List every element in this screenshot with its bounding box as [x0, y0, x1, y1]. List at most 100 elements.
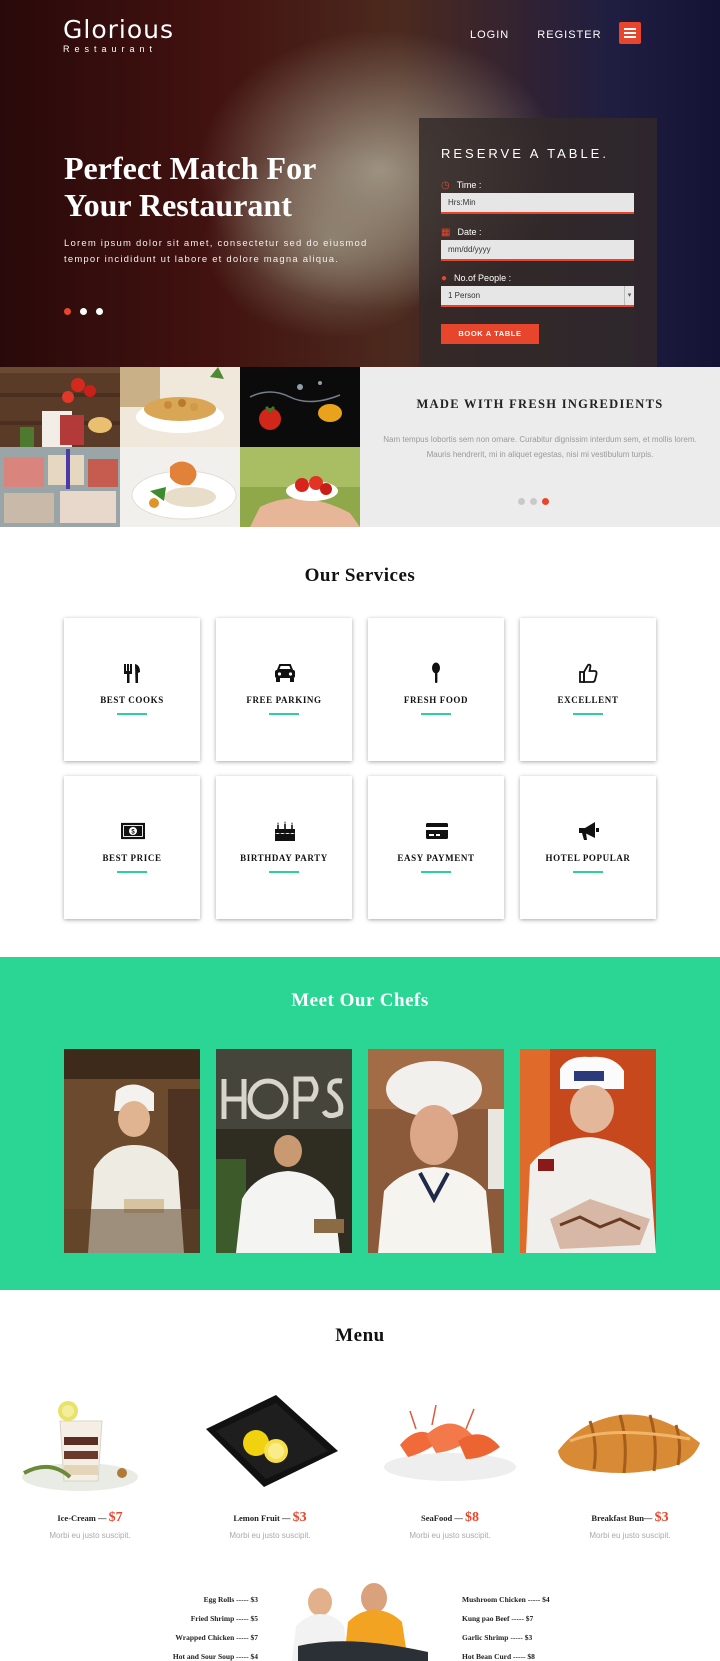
service-underline [269, 713, 299, 715]
service-underline [421, 871, 451, 873]
reserve-table-form: RESERVE A TABLE. ◷ Time : Hrs:Min ▦ Date :… [419, 118, 657, 367]
dish-photo-breakfast-bun[interactable] [550, 1381, 710, 1501]
dish-description: Morbi eu justo suscipit. [229, 1531, 311, 1540]
dish-name-text: Lemon Fruit — [233, 1513, 291, 1523]
menu-list-item: Hot Bean Curd ----- $8 [462, 1652, 535, 1661]
slider-dot[interactable] [64, 308, 71, 315]
dish-price: $3 [654, 1510, 669, 1525]
dish-description: Morbi eu justo suscipit. [409, 1531, 491, 1540]
dish-photo-seafood[interactable] [370, 1381, 530, 1501]
login-link[interactable]: LOGIN [470, 29, 509, 41]
fresh-title: MADE WITH FRESH INGREDIENTS [416, 397, 664, 411]
date-input[interactable]: mm/dd/yyyy [441, 240, 634, 261]
fresh-slider-dots [518, 492, 554, 510]
ingredient-photo-nuts [120, 367, 240, 447]
dish-photo-lemon-fruit[interactable] [190, 1381, 350, 1501]
ingredient-photo-shrimp-plate [120, 447, 240, 527]
book-table-button[interactable]: BOOK A TABLE [441, 324, 539, 344]
slider-dot[interactable] [518, 498, 525, 505]
car-icon [275, 664, 295, 682]
ingredient-photo-fish [0, 447, 120, 527]
menu-title: Menu [335, 1325, 385, 1346]
menu-list-item: Kung pao Beef ----- $7 [462, 1614, 534, 1623]
hero-section: Glorious Restaurant LOGIN REGISTER Perfe… [0, 0, 720, 367]
menu-list-item: Egg Rolls ----- $3 [203, 1595, 258, 1604]
time-label: Time : [456, 180, 482, 190]
chefs-with-fish-photo [278, 1580, 438, 1661]
chef-photo[interactable] [64, 1049, 200, 1253]
dish-price: $3 [292, 1510, 307, 1525]
hero-title: Perfect Match For Your Restaurant [64, 150, 316, 223]
logo-subtitle: Restaurant [63, 44, 158, 54]
fresh-ingredients-section: MADE WITH FRESH INGREDIENTS Nam tempus l… [0, 367, 720, 527]
logo-title: Glorious [63, 15, 175, 44]
dish-price: $8 [464, 1510, 479, 1525]
service-label: BEST PRICE [102, 853, 162, 863]
slider-dot[interactable] [80, 308, 87, 315]
people-label: No.of People : [454, 273, 512, 283]
people-select[interactable]: 1 Person ▾ [441, 286, 634, 307]
logo[interactable]: Glorious Restaurant [63, 15, 175, 55]
ingredient-photo-splash [240, 367, 360, 447]
bullhorn-icon [579, 822, 599, 840]
service-card-excellent[interactable]: EXCELLENT [520, 618, 656, 761]
page: Glorious Restaurant LOGIN REGISTER Perfe… [0, 0, 720, 1661]
service-card-fresh-food[interactable]: FRESH FOOD [368, 618, 504, 761]
menu-list-item: Fried Shrimp ----- $5 [190, 1614, 258, 1623]
service-label: EASY PAYMENT [397, 853, 475, 863]
service-label: BEST COOKS [100, 695, 164, 705]
cutlery-icon [124, 664, 140, 683]
chef-photo[interactable] [368, 1049, 504, 1253]
chef-photo[interactable] [216, 1049, 352, 1253]
services-title: Our Services [304, 565, 416, 586]
service-underline [117, 871, 147, 873]
users-icon: ● [441, 273, 448, 284]
service-card-free-parking[interactable]: FREE PARKING [216, 618, 352, 761]
hero-slider-dots [64, 302, 112, 320]
slider-dot[interactable] [530, 498, 537, 505]
register-link[interactable]: REGISTER [537, 29, 601, 41]
birthday-cake-icon [275, 821, 295, 841]
dish-name-text: Breakfast Bun— [591, 1513, 653, 1523]
ingredient-photo-vegetables [0, 367, 120, 447]
menu-list-item: Hot and Sour Soup ----- $4 [172, 1652, 258, 1661]
ingredient-photo-tomatoes [240, 447, 360, 527]
dish-name: Lemon Fruit — $3 [190, 1510, 350, 1526]
service-label: FREE PARKING [246, 695, 322, 705]
menu-list-item: Wrapped Chicken ----- $7 [175, 1633, 258, 1642]
dish-name: Breakfast Bun— $3 [550, 1510, 710, 1526]
service-underline [573, 871, 603, 873]
time-input[interactable]: Hrs:Min [441, 193, 634, 214]
dish-name-text: SeaFood — [421, 1513, 463, 1523]
chef-photo[interactable] [520, 1049, 656, 1253]
fresh-ingredients-panel: MADE WITH FRESH INGREDIENTS Nam tempus l… [360, 367, 720, 527]
service-underline [269, 871, 299, 873]
spoon-icon [432, 662, 440, 683]
service-underline [117, 713, 147, 715]
service-card-best-cooks[interactable]: BEST COOKS [64, 618, 200, 761]
service-card-best-price[interactable]: $ BEST PRICE [64, 776, 200, 919]
dish-photo-ice-cream[interactable] [10, 1381, 170, 1501]
people-label-row: ● No.of People : [441, 273, 511, 284]
credit-card-icon [426, 823, 448, 839]
service-label: EXCELLENT [557, 695, 619, 705]
dish-description: Morbi eu justo suscipit. [589, 1531, 671, 1540]
chevron-down-icon: ▾ [624, 286, 634, 305]
hamburger-line [624, 28, 636, 30]
money-icon: $ [121, 822, 145, 840]
menu-list-item: Mushroom Chicken ----- $4 [462, 1595, 550, 1604]
slider-dot[interactable] [542, 498, 549, 505]
service-card-easy-payment[interactable]: EASY PAYMENT [368, 776, 504, 919]
service-underline [573, 713, 603, 715]
service-card-hotel-popular[interactable]: HOTEL POPULAR [520, 776, 656, 919]
fresh-text: Nam tempus lobortis sem non ornare. Cura… [383, 435, 697, 459]
dish-name: Ice-Cream — $7 [10, 1510, 170, 1526]
clock-icon: ◷ [441, 180, 450, 191]
time-label-row: ◷ Time : [441, 180, 481, 191]
hamburger-menu-button[interactable] [619, 22, 641, 44]
service-card-birthday-party[interactable]: BIRTHDAY PARTY [216, 776, 352, 919]
dish-description: Morbi eu justo suscipit. [49, 1531, 131, 1540]
service-label: BIRTHDAY PARTY [240, 853, 328, 863]
slider-dot[interactable] [96, 308, 103, 315]
service-underline [421, 713, 451, 715]
